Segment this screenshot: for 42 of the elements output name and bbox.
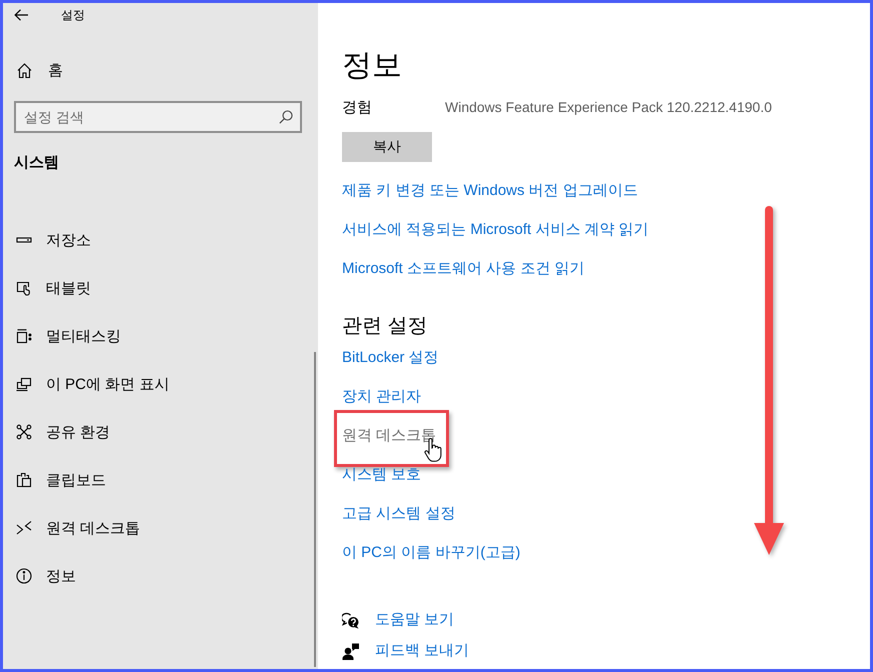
- sidebar-nav-item[interactable]: 태블릿: [14, 264, 91, 312]
- sidebar-nav-item[interactable]: 클립보드: [14, 456, 106, 504]
- back-arrow-icon: [14, 9, 28, 21]
- related-settings-link[interactable]: BitLocker 설정: [342, 349, 439, 366]
- info-icon: [16, 568, 32, 584]
- related-settings-link[interactable]: 고급 시스템 설정: [342, 505, 456, 522]
- sidebar-nav-item[interactable]: 원격 데스크톱: [14, 504, 140, 552]
- link[interactable]: 서비스에 적용되는 Microsoft 서비스 계약 읽기: [342, 218, 649, 242]
- person-bubble-icon: [342, 642, 359, 660]
- sidebar-nav-item[interactable]: 공유 환경: [14, 408, 110, 456]
- multitasking-icon: [16, 328, 32, 344]
- home-nav-item[interactable]: 홈: [14, 50, 63, 90]
- related-settings-link[interactable]: 이 PC의 이름 바꾸기(고급): [342, 544, 520, 561]
- link[interactable]: 제품 키 변경 또는 Windows 버전 업그레이드: [342, 179, 638, 203]
- scrollbar[interactable]: [314, 352, 316, 667]
- window-title: 설정: [61, 6, 85, 24]
- sidebar-nav-item[interactable]: 저장소: [14, 216, 91, 264]
- sidebar-nav-item[interactable]: 정보: [14, 552, 76, 600]
- section-heading: 시스템: [14, 153, 59, 173]
- home-icon: [17, 62, 32, 78]
- network-nodes-icon: [16, 424, 32, 440]
- section-heading: 관련 설정: [342, 314, 428, 339]
- sidebar-nav-item[interactable]: 이 PC에 화면 표시: [14, 360, 170, 408]
- speech-bubbles-icon: [342, 612, 359, 628]
- related-settings-link[interactable]: 원격 데스크톱: [342, 427, 436, 444]
- related-settings-link[interactable]: 장치 관리자: [342, 388, 422, 405]
- search-field[interactable]: 설정 검색: [14, 101, 302, 133]
- spec-label: 경험: [342, 98, 373, 116]
- sidebar-nav-item[interactable]: 멀티태스킹: [14, 312, 121, 360]
- copy-button[interactable]: 복사: [342, 132, 432, 162]
- link[interactable]: Microsoft 소프트웨어 사용 조건 읽기: [342, 257, 585, 281]
- tablet-icon: [16, 280, 32, 296]
- page-title: 정보: [342, 48, 402, 84]
- chevrons-icon: [16, 520, 32, 536]
- related-settings-link[interactable]: 시스템 보호: [342, 466, 422, 483]
- back-button[interactable]: [14, 8, 28, 22]
- monitor-icon: [16, 376, 32, 392]
- help-link[interactable]: 도움말 보기: [375, 608, 454, 632]
- search-icon[interactable]: [279, 110, 293, 124]
- clipboard-icon: [16, 472, 32, 488]
- spec-value: Windows Feature Experience Pack 120.2212.4190.0: [445, 99, 772, 115]
- help-link[interactable]: 피드백 보내기: [375, 639, 470, 663]
